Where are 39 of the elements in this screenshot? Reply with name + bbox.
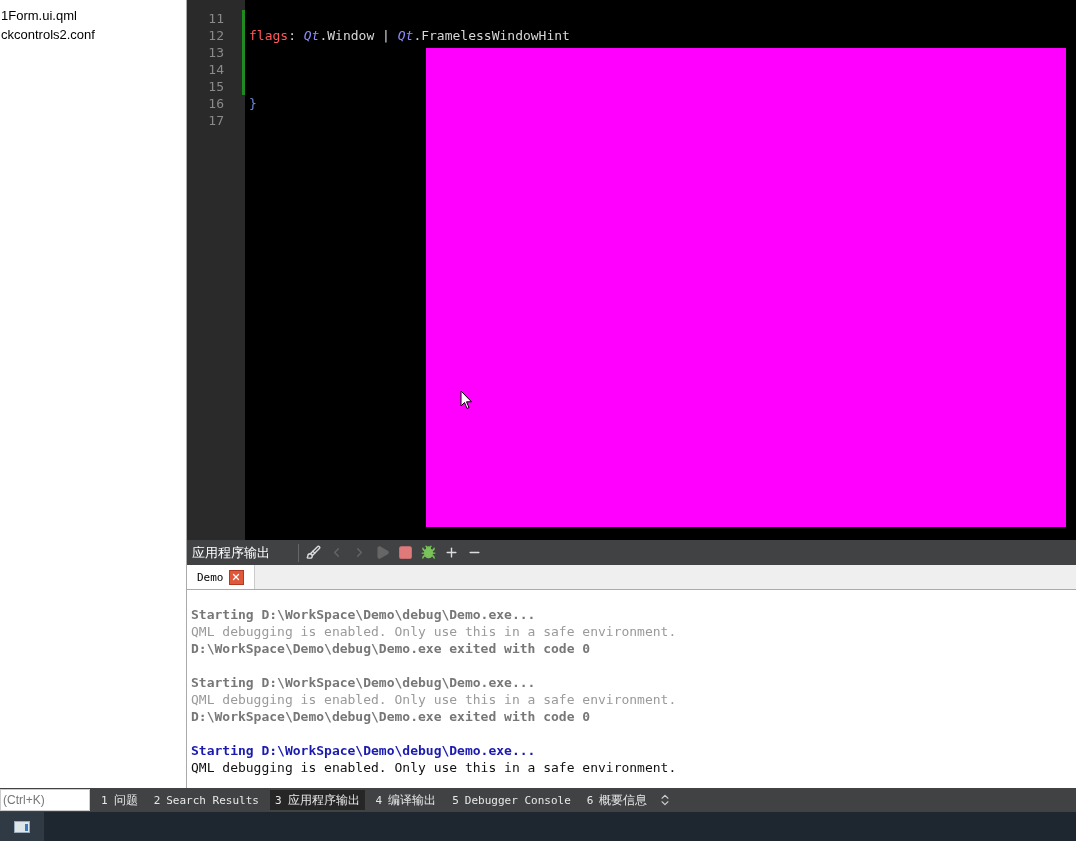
output-line: Starting D:\WorkSpace\Demo\debug\Demo.exe...: [191, 606, 537, 623]
pane-title: 应用程序输出: [192, 543, 299, 562]
output-line: QML debugging is enabled. Only use this in a safe environment.: [191, 623, 678, 640]
line-number: 11: [205, 10, 245, 27]
stop-button[interactable]: [397, 544, 414, 561]
output-line: QML debugging is enabled. Only use this in a safe environment.: [191, 759, 678, 776]
file-item[interactable]: ckcontrols2.conf: [0, 25, 186, 44]
debug-button[interactable]: [420, 544, 437, 561]
line-number: 14: [205, 61, 245, 78]
output-line: Starting D:\WorkSpace\Demo\debug\Demo.exe...: [191, 742, 537, 759]
run-icon: [375, 545, 390, 560]
line-number: 12: [205, 27, 245, 44]
line-number: 17: [207, 112, 225, 129]
file-item[interactable]: 1Form.ui.qml: [0, 6, 186, 25]
pane-button[interactable]: 4 编译输出: [370, 790, 442, 810]
line-number: 13: [205, 44, 245, 61]
pane-button[interactable]: 5 Debugger Console: [447, 790, 576, 810]
pane-button[interactable]: 3 应用程序输出: [269, 790, 365, 810]
line-number: 15: [205, 78, 245, 95]
pane-button[interactable]: 2 Search Results: [148, 790, 264, 810]
zoom-in-button[interactable]: [443, 544, 460, 561]
code-line: flags: Qt.Window | Qt.FramelessWindowHint: [248, 27, 571, 44]
mouse-pointer-icon: [460, 390, 473, 410]
pane-button[interactable]: 1 问题: [96, 790, 143, 810]
close-icon[interactable]: [228, 569, 244, 585]
output-line: QML debugging is enabled. Only use this in a safe environment.: [191, 691, 678, 708]
line-number: 16: [207, 95, 225, 112]
output-line: Starting D:\WorkSpace\Demo\debug\Demo.exe...: [191, 674, 537, 691]
output-line: D:\WorkSpace\Demo\debug\Demo.exe exited with code 0: [191, 640, 592, 657]
pane-button[interactable]: 6 概要信息: [581, 790, 653, 810]
zoom-in-icon: [444, 545, 459, 560]
taskbar-app[interactable]: [0, 812, 44, 841]
locator-field[interactable]: (Ctrl+K): [0, 789, 90, 811]
debug-icon: [421, 545, 436, 560]
stop-icon: [398, 545, 413, 560]
window-icon: [14, 820, 30, 833]
output-line: D:\WorkSpace\Demo\debug\Demo.exe exited with code 0: [191, 708, 592, 725]
code-line: }: [248, 95, 258, 112]
output-tab[interactable]: Demo: [187, 565, 255, 589]
